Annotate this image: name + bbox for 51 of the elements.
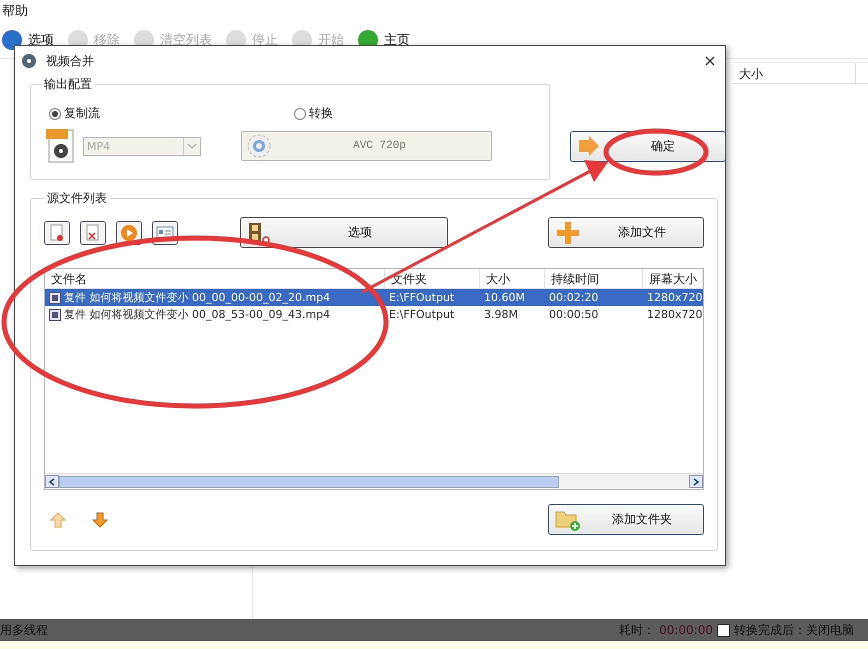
table-cell: 复件 如何将视频文件变小 00_00_00-00_02_20.mp4 [64,290,330,305]
mp4-file-icon [45,128,75,164]
column-header[interactable]: 大小 [480,269,545,288]
document-cross-icon [85,224,101,242]
play-icon [120,224,138,242]
radio-button[interactable] [49,108,61,120]
radio-label: 转换 [309,105,333,122]
shutdown-label: 转换完成后：关闭电脑 [734,622,854,638]
table-cell: 1280x720 [647,308,702,321]
gear-icon [246,133,272,159]
table-cell: E:\FFOutput [389,308,454,321]
remove-file-button[interactable] [44,220,70,244]
add-file-button[interactable]: 添加文件 [548,217,704,248]
document-icon [49,224,65,242]
elapsed-label: 耗时： [619,622,656,638]
column-header[interactable]: 持续时间 [545,269,643,288]
file-row[interactable]: 复件 如何将视频文件变小 00_00_00-00_02_20.mp4 E:\FFOutput 10.60M 00:02:20 1280x720 [45,289,703,306]
group-title: 输出配置 [43,76,93,93]
dialog-title: 视频合并 [46,52,95,70]
caret-icon [187,142,197,150]
radio-label: 复制流 [64,105,100,122]
elapsed-time: 00:00:00 [659,623,713,637]
toolbar-icon [0,28,24,52]
column-header[interactable]: 文件名 [45,269,385,288]
table-cell: 00:02:20 [549,291,598,304]
horizontal-scrollbar[interactable] [45,473,703,489]
column-header[interactable]: 屏幕大小 [643,269,703,288]
status-text: 用多线程 [0,622,48,638]
table-cell: 00:00:50 [549,308,598,321]
move-down-icon[interactable] [92,512,108,528]
table-cell: 1280x720 [647,291,702,304]
shutdown-checkbox[interactable] [717,624,730,636]
add-folder-button[interactable]: 添加文件夹 [548,504,704,535]
clear-list-button[interactable] [80,220,106,244]
scroll-right-icon [692,478,700,486]
close-icon [705,56,715,66]
table-cell: 复件 如何将视频文件变小 00_08_53-00_09_43.mp4 [64,307,330,322]
column-header[interactable]: 大小 [733,63,856,83]
plus-icon [555,220,581,246]
table-cell: 3.98M [484,308,518,321]
video-file-icon [49,292,61,304]
radio-button[interactable] [294,108,306,120]
arrow-right-icon [577,135,601,157]
table-cell: 10.60M [484,291,525,304]
options-button[interactable]: 选项 [240,217,448,248]
menu-item[interactable]: 帮助 [2,2,28,20]
group-title: 源文件列表 [46,190,108,207]
table-cell: E:\FFOutput [389,291,454,304]
video-file-icon [49,308,61,320]
file-row[interactable]: 复件 如何将视频文件变小 00_08_53-00_09_43.mp4 E:\FFOutput 3.98M 00:00:50 1280x720 [45,306,703,323]
scroll-left-icon [48,478,56,486]
